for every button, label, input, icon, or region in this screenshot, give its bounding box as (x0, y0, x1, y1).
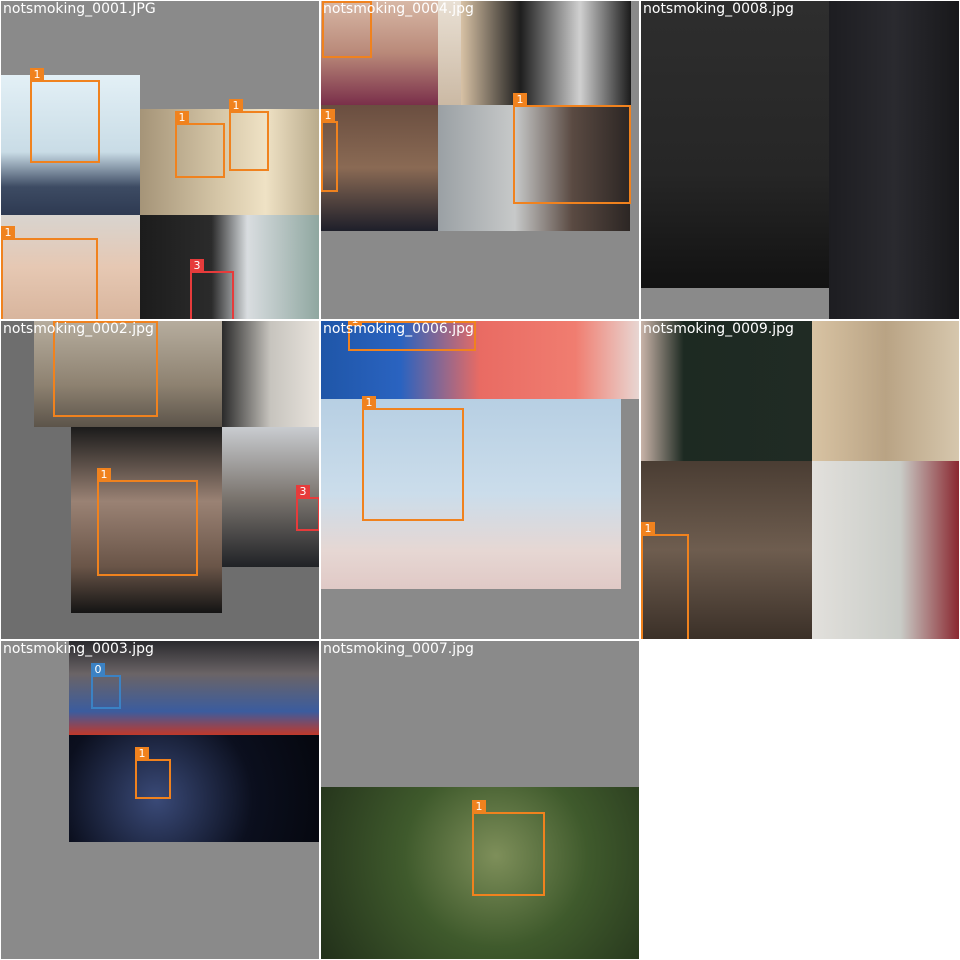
detection-box: 1 (321, 109, 338, 192)
detection-box: 1 (135, 747, 171, 799)
photo-man-stage (69, 735, 319, 842)
class-label: 1 (321, 109, 335, 122)
detection-box: 1 (1, 226, 98, 319)
class-label: 1 (229, 99, 243, 112)
mosaic-tile-0002: notsmoking_0002.jpg 1 1 3 (1, 321, 319, 639)
image-filename: notsmoking_0001.JPG (3, 1, 156, 17)
image-filename: notsmoking_0004.jpg (323, 1, 474, 17)
mosaic-tile-0007: notsmoking_0007.jpg 1 (321, 641, 639, 959)
mosaic-tile-0001: notsmoking_0001.JPG 1 1 1 1 3 (1, 1, 319, 319)
photo-blonde-hair (812, 321, 959, 461)
photo-dark-scene-right (829, 1, 959, 319)
detection-box: 0 (91, 663, 121, 709)
image-filename: notsmoking_0006.jpg (323, 321, 474, 337)
class-label: 1 (513, 93, 527, 106)
photo-woman-portrait (321, 105, 438, 231)
class-label: 1 (472, 800, 486, 813)
image-filename: notsmoking_0008.jpg (643, 1, 794, 17)
detection-box: 1 (513, 93, 631, 204)
photo-dark-foliage (641, 321, 812, 461)
class-label: 1 (97, 468, 111, 481)
detection-box: 1 (362, 396, 464, 521)
photo-blurred-room (812, 461, 959, 639)
mosaic-tile-0009: notsmoking_0009.jpg 1 (641, 321, 959, 639)
detection-box: 3 (296, 485, 319, 531)
detection-box: 1 (30, 68, 100, 163)
detection-box: 1 (175, 111, 225, 178)
image-filename: notsmoking_0009.jpg (643, 321, 794, 337)
mosaic-tile-0008: notsmoking_0008.jpg (641, 1, 959, 319)
class-label: 1 (362, 396, 376, 409)
class-label: 1 (175, 111, 189, 124)
class-label: 1 (1, 226, 15, 239)
detection-box: 1 (97, 468, 198, 576)
class-label: 3 (190, 259, 204, 272)
photo-suits (461, 1, 631, 105)
mosaic-tile-0006: notsmoking_0006.jpg 1 1 (321, 321, 639, 639)
mosaic-tile-0004: notsmoking_0004.jpg 1 1 (321, 1, 639, 319)
image-filename: notsmoking_0007.jpg (323, 641, 474, 657)
image-filename: notsmoking_0002.jpg (3, 321, 154, 337)
class-label: 0 (91, 663, 105, 676)
image-filename: notsmoking_0003.jpg (3, 641, 154, 657)
detection-box: 1 (641, 522, 689, 639)
photo-street-people (222, 321, 319, 427)
class-label: 1 (30, 68, 44, 81)
photo-dark-scene (641, 1, 829, 288)
mosaic-tile-0003: notsmoking_0003.jpg 0 1 (1, 641, 319, 959)
detection-box: 1 (229, 99, 269, 171)
class-label: 1 (135, 747, 149, 760)
class-label: 1 (641, 522, 655, 535)
detection-box: 1 (472, 800, 545, 896)
detection-box: 3 (190, 259, 234, 319)
class-label: 3 (296, 485, 310, 498)
